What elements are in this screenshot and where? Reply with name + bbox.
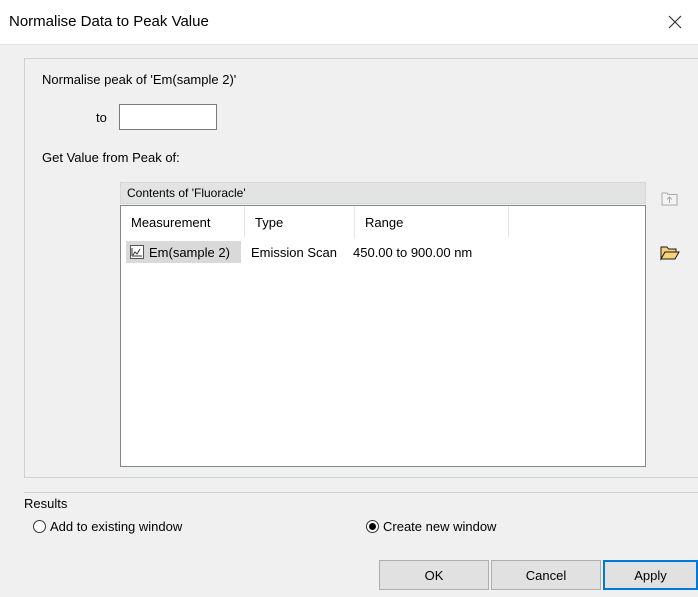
get-value-label: Get Value from Peak of: [42,150,180,165]
up-folder-button[interactable] [656,184,684,212]
open-folder-button[interactable] [656,239,684,267]
measurement-icon [130,245,144,259]
contents-header: Contents of 'Fluoracle' [120,182,646,204]
window-title: Normalise Data to Peak Value [9,13,209,30]
apply-button[interactable]: Apply [603,560,698,590]
row-measurement-cell[interactable]: Em(sample 2) [126,241,241,263]
cancel-button[interactable]: Cancel [491,560,601,590]
close-button[interactable] [652,0,698,44]
title-bar: Normalise Data to Peak Value [0,0,698,45]
column-header-type[interactable]: Type [245,206,355,238]
radio-indicator [33,520,46,533]
to-label: to [96,110,107,125]
radio-create-new[interactable]: Create new window [366,519,496,534]
open-folder-icon [660,246,680,261]
row-range: 450.00 to 900.00 nm [353,245,473,260]
folder-up-icon [661,192,678,206]
to-value-input[interactable] [119,104,217,130]
contents-label: Contents of 'Fluoracle' [127,186,246,200]
results-label: Results [24,496,72,511]
close-icon [668,15,682,29]
measurement-name: Em(sample 2) [149,244,230,260]
measurement-list[interactable]: Measurement Type Range Em(sample 2) Emis… [120,205,646,467]
radio-add-to-existing[interactable]: Add to existing window [33,519,182,534]
radio-indicator-selected [366,520,379,533]
row-type: Emission Scan [251,245,337,260]
column-header-range[interactable]: Range [355,206,509,238]
column-header-measurement[interactable]: Measurement [121,206,245,238]
results-group [24,492,698,544]
normalise-label: Normalise peak of 'Em(sample 2)' [42,72,237,87]
ok-button[interactable]: OK [379,560,489,590]
